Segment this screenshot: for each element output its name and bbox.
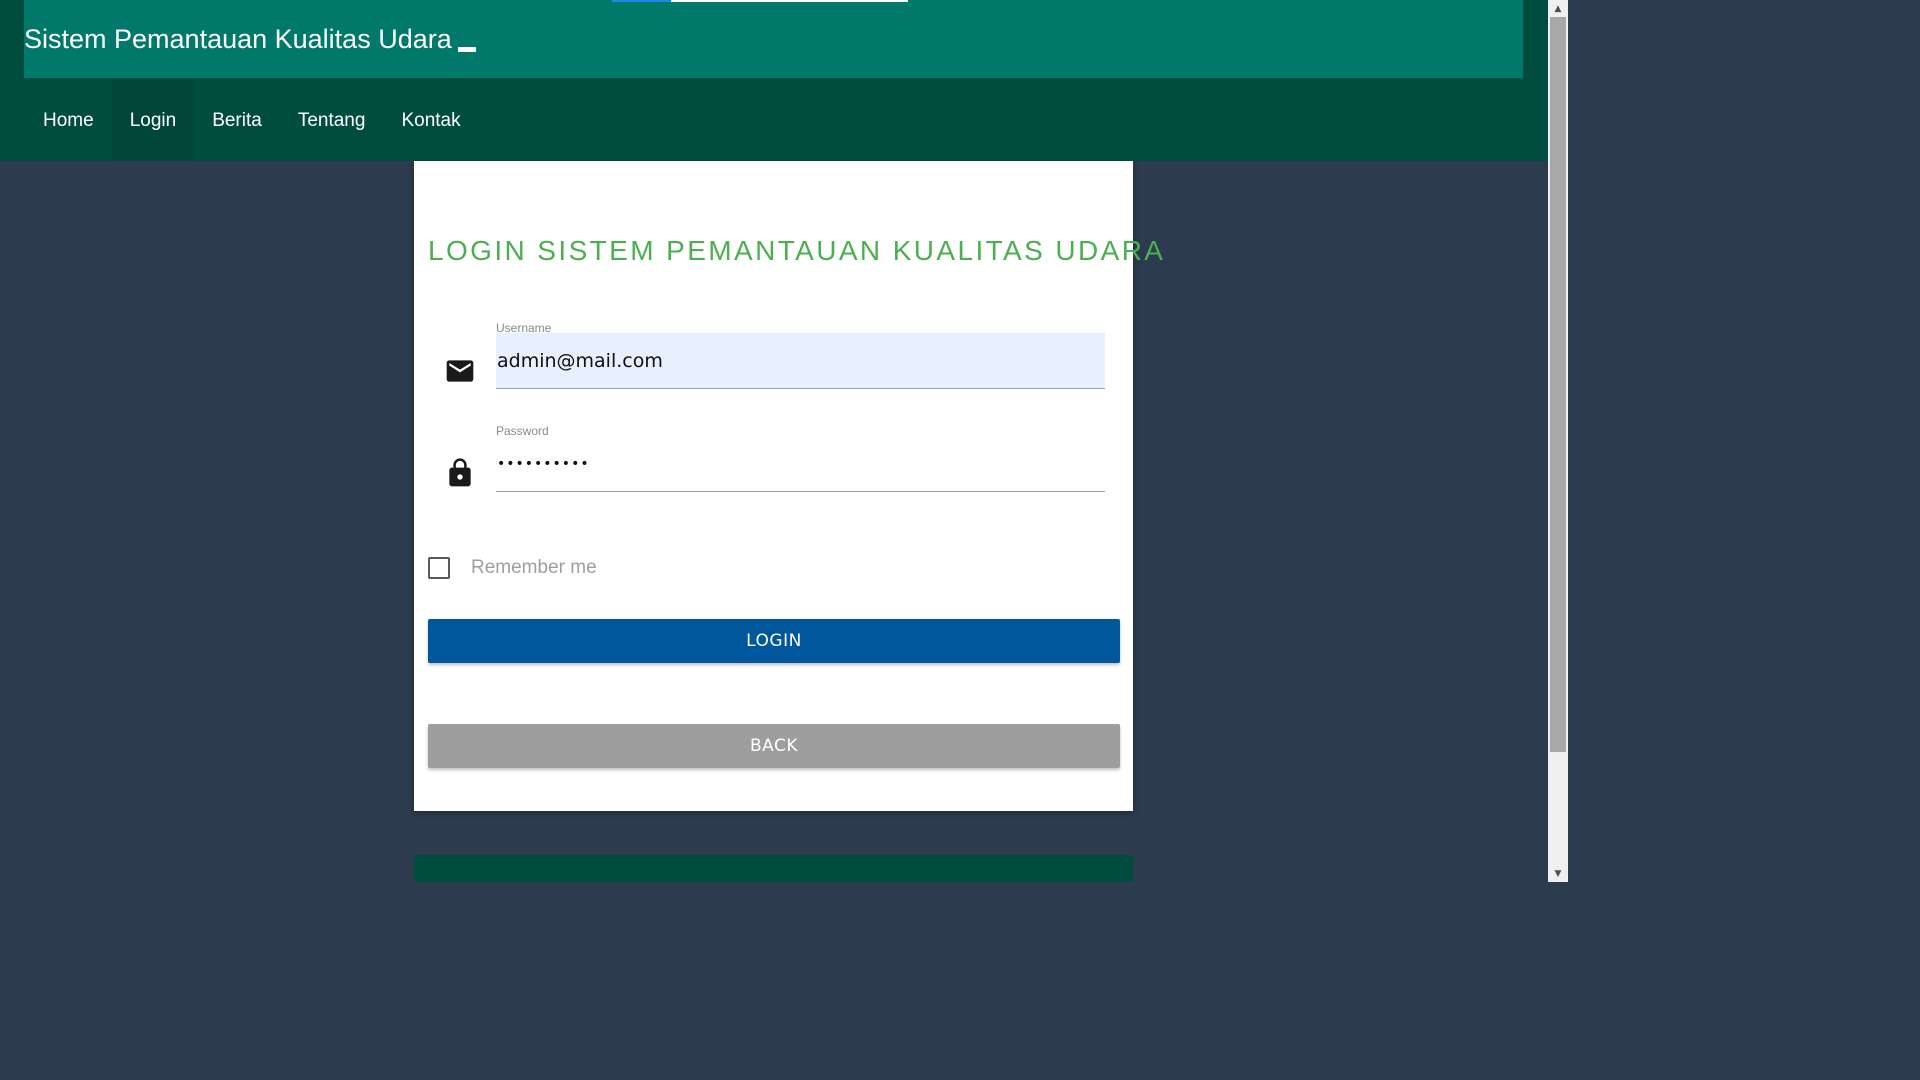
lock-icon <box>449 458 471 487</box>
password-input[interactable] <box>496 436 1105 492</box>
remember-label: Remember me <box>471 557 597 578</box>
scrollbar-thumb[interactable] <box>1550 17 1566 752</box>
nav-item-berita[interactable]: Berita <box>194 80 280 161</box>
login-title: LOGIN SISTEM PEMANTAUAN KUALITAS UDARA <box>428 235 1166 266</box>
title-underscore <box>457 47 476 52</box>
loading-bar-white <box>671 0 908 2</box>
scroll-down-arrow-icon[interactable]: ▼ <box>1548 865 1568 882</box>
back-button[interactable]: BACK <box>428 724 1120 768</box>
envelope-icon <box>446 360 474 382</box>
viewport: Sistem Pemantauan Kualitas Udara Home Lo… <box>0 0 1568 882</box>
login-button[interactable]: LOGIN <box>428 619 1120 663</box>
site-title-text: Sistem Pemantauan Kualitas Udara <box>24 24 452 54</box>
remember-checkbox[interactable] <box>428 557 450 579</box>
main-navbar: Home Login Berita Tentang Kontak <box>0 80 1548 161</box>
scroll-up-arrow-icon[interactable]: ▲ <box>1548 0 1568 17</box>
nav-item-tentang[interactable]: Tentang <box>280 80 384 161</box>
username-input[interactable] <box>496 333 1105 389</box>
nav-item-login[interactable]: Login <box>111 80 195 161</box>
nav-item-kontak[interactable]: Kontak <box>383 80 478 161</box>
vertical-scrollbar[interactable]: ▲ ▼ <box>1548 0 1568 882</box>
remember-me[interactable]: Remember me <box>428 557 597 579</box>
loading-bar-blue <box>612 0 671 2</box>
nav-item-home[interactable]: Home <box>25 80 112 161</box>
login-card: LOGIN SISTEM PEMANTAUAN KUALITAS UDARA U… <box>414 161 1166 811</box>
site-title: Sistem Pemantauan Kualitas Udara <box>24 22 476 56</box>
site-header: Sistem Pemantauan Kualitas Udara <box>0 0 1548 80</box>
header-banner: Sistem Pemantauan Kualitas Udara <box>24 0 1523 78</box>
footer-strip <box>414 855 1133 882</box>
